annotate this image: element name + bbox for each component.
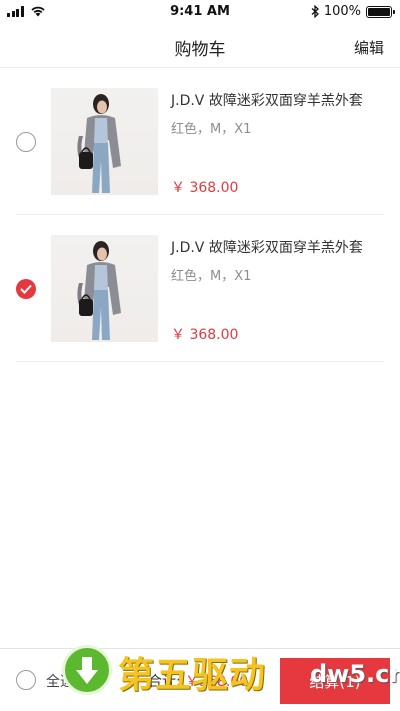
select-all-label[interactable]: 全选	[46, 671, 74, 691]
total-label: 合计:	[148, 674, 181, 690]
cart-list: J.D.V 故障迷彩双面穿羊羔外套 红色，M，X1 ￥ 368.00 J.D.V…	[0, 68, 400, 362]
checkmark-icon	[20, 284, 32, 294]
item-select-radio[interactable]	[16, 132, 36, 152]
checkout-button[interactable]: 结算(1)	[280, 658, 390, 704]
battery-icon	[366, 5, 395, 18]
product-title[interactable]: J.D.V 故障迷彩双面穿羊羔外套	[171, 237, 363, 257]
nav-bar: 购物车 编辑	[0, 24, 400, 68]
model-illustration	[77, 241, 121, 340]
product-title[interactable]: J.D.V 故障迷彩双面穿羊羔外套	[171, 90, 363, 110]
cart-footer: 全选 合计: ￥368.00 结算(1)	[0, 648, 400, 711]
cart-item[interactable]: J.D.V 故障迷彩双面穿羊羔外套 红色，M，X1 ￥ 368.00	[16, 68, 384, 215]
battery-percent: 100%	[323, 4, 361, 19]
product-image[interactable]	[51, 88, 158, 195]
cart-item[interactable]: J.D.V 故障迷彩双面穿羊羔外套 红色，M，X1 ￥ 368.00	[16, 215, 384, 362]
model-illustration	[77, 94, 121, 193]
page-title: 购物车	[174, 40, 226, 60]
bluetooth-icon	[311, 5, 319, 18]
total-amount: ￥368.00	[185, 674, 249, 690]
status-right: 100%	[311, 4, 395, 19]
edit-button[interactable]: 编辑	[354, 37, 384, 58]
product-spec: 红色，M，X1	[171, 269, 252, 284]
product-price: ￥ 368.00	[171, 327, 239, 343]
item-select-radio[interactable]	[16, 279, 36, 299]
product-price: ￥ 368.00	[171, 180, 239, 196]
product-spec: 红色，M，X1	[171, 122, 252, 137]
product-image[interactable]	[51, 235, 158, 342]
select-all-radio[interactable]	[16, 670, 36, 690]
total-summary: 合计: ￥368.00	[148, 671, 248, 691]
status-bar: 9:41 AM 100%	[0, 0, 400, 24]
